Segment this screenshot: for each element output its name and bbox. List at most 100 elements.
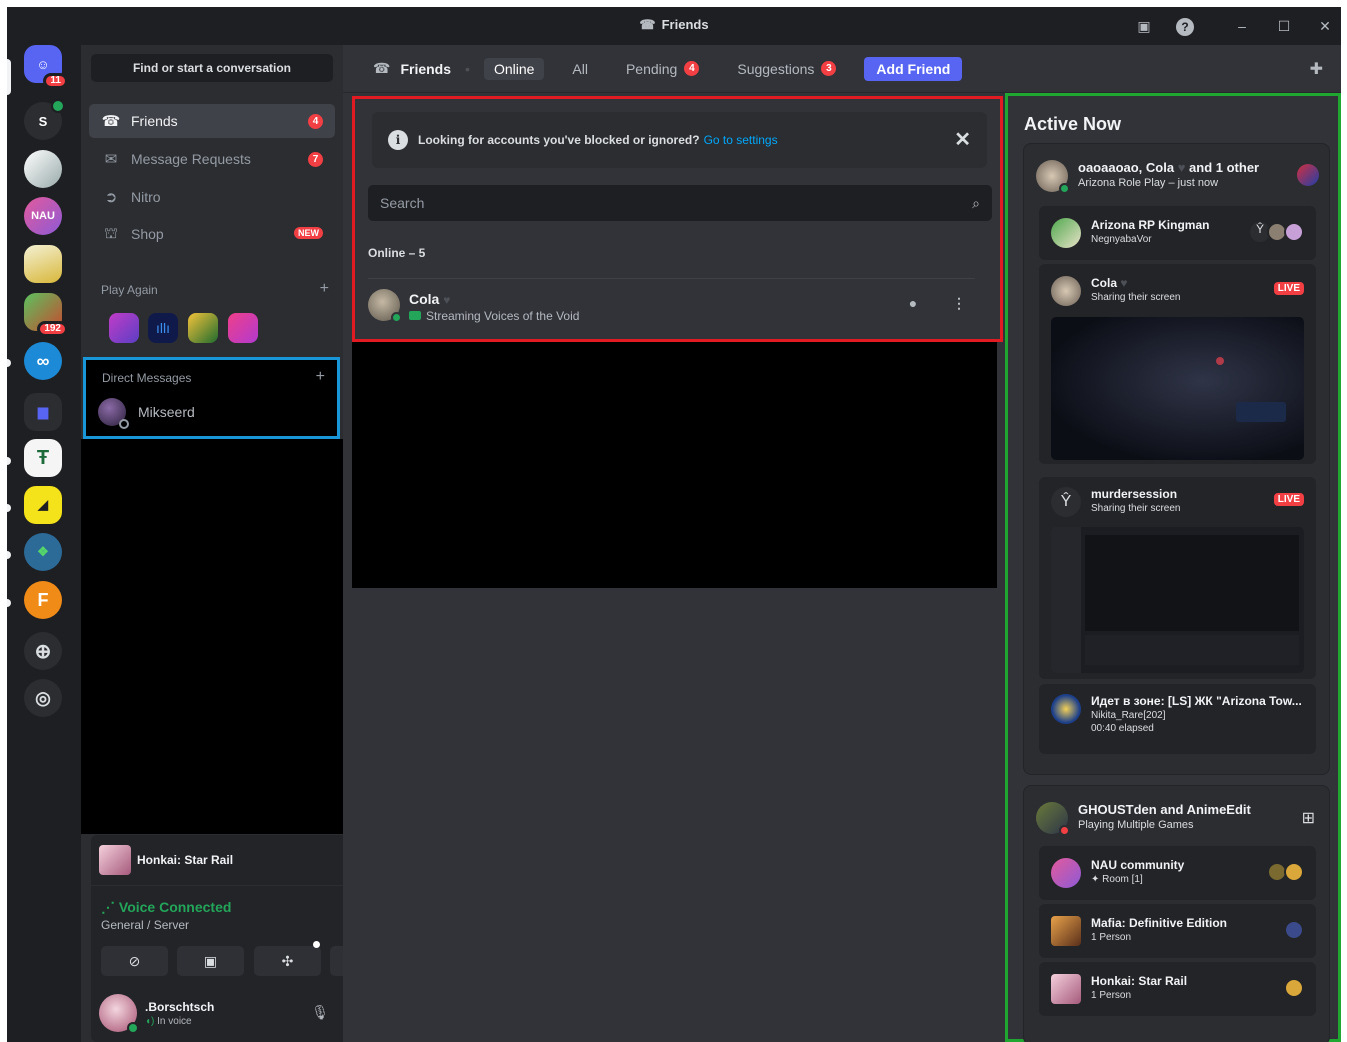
info-icon: i: [388, 130, 408, 150]
sidebar-item-shop[interactable]: ⛫ Shop NEW: [89, 217, 335, 251]
blocked-notice: i Looking for accounts you've blocked or…: [372, 112, 987, 168]
server-nau[interactable]: NAU: [24, 197, 62, 235]
camera-off-button[interactable]: ⊘: [101, 946, 168, 976]
search-icon: ⌕: [972, 195, 980, 211]
game-icon-audio[interactable]: ıllı: [148, 313, 178, 343]
play-again-add-icon[interactable]: +: [320, 280, 329, 298]
folder-icon[interactable]: ▆: [24, 393, 62, 431]
maximize-button[interactable]: ☐: [1272, 15, 1296, 37]
avatar: [1051, 858, 1081, 888]
entry-mafia[interactable]: Mafia: Definitive Edition 1 Person: [1039, 904, 1316, 958]
help-icon[interactable]: ?: [1173, 15, 1197, 37]
mini-avatar: [1284, 978, 1304, 998]
go-to-settings-link[interactable]: Go to settings: [704, 133, 778, 147]
divider: •: [465, 60, 470, 77]
tree-icon: Ŷ: [1051, 487, 1081, 517]
find-conversation-button[interactable]: Find or start a conversation: [91, 54, 333, 82]
stream-preview[interactable]: [1051, 317, 1304, 460]
entry-header: Mafia: Definitive Edition 1 Person: [1051, 916, 1227, 946]
preview-console: [1085, 635, 1299, 665]
activity-game-name: Honkai: Star Rail: [137, 853, 234, 867]
empty-area: [352, 342, 997, 588]
new-dm-icon[interactable]: +: [316, 368, 325, 386]
add-friend-button[interactable]: Add Friend: [864, 56, 963, 81]
preview-sidebar: [1051, 527, 1081, 673]
entry-nau-community[interactable]: NAU community ✦ Room [1]: [1039, 846, 1316, 900]
sidebar-item-friends[interactable]: ☎ Friends 4: [89, 104, 335, 138]
friend-row[interactable]: Cola ♥ Streaming Voices of the Void ● ⋮: [368, 278, 975, 330]
tab-all[interactable]: All: [562, 58, 598, 80]
friend-name: Cola ♥: [409, 291, 451, 307]
server-avatar-1[interactable]: [24, 150, 62, 188]
game-icon-4[interactable]: [228, 313, 258, 343]
activities-button[interactable]: ✣: [254, 946, 321, 976]
discover-icon[interactable]: ◎: [24, 679, 62, 717]
unread-pill: [7, 457, 11, 465]
entry-subtitle: 1 Person: [1091, 932, 1132, 943]
game-icon: [1297, 164, 1319, 186]
minimize-button[interactable]: –: [1230, 15, 1254, 37]
active-now-title: Active Now: [1024, 114, 1122, 134]
server-f[interactable]: F: [24, 581, 62, 619]
entry-title: Honkai: Star Rail: [1091, 974, 1188, 988]
entry-murdersession-stream[interactable]: Ŷ murdersession Sharing their screen LIVE: [1039, 477, 1316, 679]
entry-subtitle: NegnyabaVor: [1091, 234, 1152, 245]
dm-sidebar: Find or start a conversation ☎ Friends 4…: [81, 45, 407, 1042]
user-name: .Borschtsch: [145, 1000, 215, 1014]
tab-online[interactable]: Online: [483, 57, 545, 80]
message-icon[interactable]: ●: [903, 295, 923, 315]
entry-honkai[interactable]: Honkai: Star Rail 1 Person: [1039, 962, 1316, 1016]
close-icon[interactable]: ✕: [954, 127, 971, 152]
sidebar-item-message-requests[interactable]: ✉ Message Requests 7: [89, 142, 335, 176]
dm-item-mikseerd[interactable]: Mikseerd: [98, 398, 195, 429]
server-s[interactable]: S: [24, 99, 65, 140]
friends-search-input[interactable]: Search ⌕: [368, 185, 992, 221]
toolbar-title: Friends: [400, 60, 452, 77]
user-avatar[interactable]: [99, 994, 139, 1034]
entry-cola-stream[interactable]: Cola ♥ Sharing their screen LIVE: [1039, 264, 1316, 464]
tab-suggestions[interactable]: Suggestions 3: [727, 58, 846, 80]
game-avatar: [99, 845, 131, 875]
avatar: [1051, 276, 1081, 306]
friends-icon: ☎: [101, 113, 121, 130]
unread-pill: [7, 599, 11, 607]
game-icon-3[interactable]: [188, 313, 218, 343]
voice-channel[interactable]: General / Server: [101, 918, 189, 932]
activity-card-1[interactable]: oaoaaoao, Cola ♥ and 1 other Arizona Rol…: [1023, 143, 1330, 775]
entry-title: Идет в зоне: [LS] ЖК "Arizona Tow...: [1091, 694, 1302, 708]
play-again-header: Play Again: [101, 283, 158, 297]
unread-pill: [7, 551, 11, 559]
entry-subtitle: Sharing their screen: [1091, 503, 1181, 514]
entry-arizona-rp[interactable]: Arizona RP Kingman NegnyabaVor Ŷ: [1039, 206, 1316, 260]
close-window-button[interactable]: ✕: [1313, 15, 1337, 37]
entry-header: NAU community ✦ Room [1]: [1051, 858, 1184, 888]
card-title: GHOUSTden and AnimeEdit: [1078, 802, 1251, 817]
activity-card-2[interactable]: GHOUSTden and AnimeEdit Playing Multiple…: [1023, 785, 1330, 1042]
inbox-icon[interactable]: ▣: [1132, 15, 1156, 37]
server-tf[interactable]: Ŧ: [24, 439, 62, 477]
server-green[interactable]: ❖: [24, 533, 62, 571]
friends-count-badge: 4: [308, 114, 323, 129]
sidebar-item-nitro[interactable]: ➲ Nitro: [89, 180, 335, 214]
server-yellow[interactable]: ◢: [24, 486, 62, 524]
card-header: GHOUSTden and AnimeEdit Playing Multiple…: [1036, 802, 1251, 836]
server-infinity[interactable]: ∞: [24, 342, 62, 380]
more-options-icon[interactable]: ⋮: [949, 295, 969, 315]
server-game[interactable]: 192: [24, 293, 68, 337]
new-group-dm-icon[interactable]: ✚: [1310, 59, 1323, 79]
voice-status[interactable]: ⋰ Voice Connected: [101, 899, 231, 916]
nitro-icon: ➲: [104, 189, 118, 206]
entry-header: Honkai: Star Rail 1 Person: [1051, 974, 1187, 1004]
home-button[interactable]: ☺ 11: [24, 45, 68, 89]
entry-title: Cola ♥: [1091, 276, 1128, 290]
share-screen-button[interactable]: ▣: [177, 946, 244, 976]
game-icon-1[interactable]: [109, 313, 139, 343]
tab-pending[interactable]: Pending 4: [616, 58, 709, 80]
unread-pill: [7, 504, 11, 512]
add-server-icon[interactable]: ⊕: [24, 632, 62, 670]
online-friends-panel: i Looking for accounts you've blocked or…: [352, 96, 1003, 342]
server-pear[interactable]: [24, 245, 62, 283]
mic-icon[interactable]: 🎙: [311, 1004, 329, 1021]
entry-arizona-zone[interactable]: Идет в зоне: [LS] ЖК "Arizona Tow... Nik…: [1039, 684, 1316, 754]
stream-preview[interactable]: [1051, 527, 1304, 673]
